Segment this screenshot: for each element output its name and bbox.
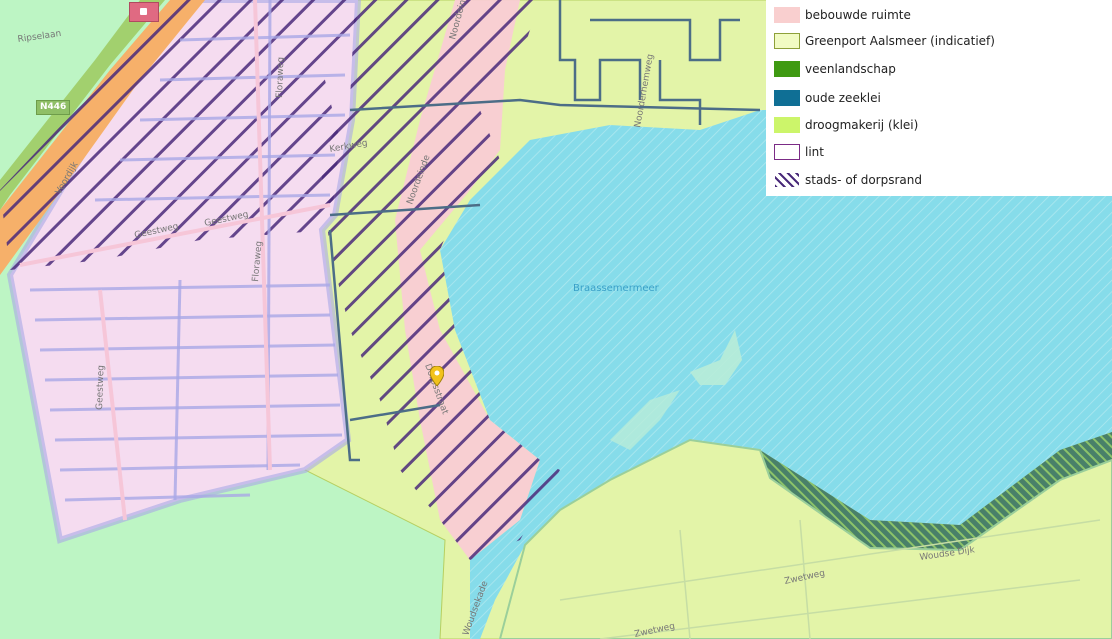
legend-item-droogmakerij: droogmakerij (klei) xyxy=(774,116,918,134)
parking-icon[interactable] xyxy=(129,2,159,22)
legend-swatch-veenlandschap xyxy=(774,61,800,77)
legend-swatch-bebouwde-ruimte xyxy=(774,7,800,23)
legend-label: droogmakerij (klei) xyxy=(805,118,919,132)
legend-swatch-droogmakerij xyxy=(774,117,800,133)
location-pin-icon[interactable] xyxy=(430,366,444,386)
legend-label: stads- of dorpsrand xyxy=(805,173,922,187)
street-label-floraweg-1: Floraweg xyxy=(275,57,286,98)
legend-swatch-oude-zeeklei xyxy=(774,90,800,106)
legend-item-greenport: Greenport Aalsmeer (indicatief) xyxy=(774,32,995,50)
legend-label: oude zeeklei xyxy=(805,91,881,105)
legend-item-lint: lint xyxy=(774,143,824,161)
legend-label: Greenport Aalsmeer (indicatief) xyxy=(805,34,995,48)
legend-item-stads-of-dorpsrand: stads- of dorpsrand xyxy=(774,171,922,189)
water-label-braassemermeer: Braassemermeer xyxy=(573,283,660,294)
legend-label: lint xyxy=(805,145,824,159)
legend-item-veenlandschap: veenlandschap xyxy=(774,60,896,78)
legend-swatch-stads-of-dorpsrand xyxy=(774,172,800,188)
map-legend: bebouwde ruimte Greenport Aalsmeer (indi… xyxy=(766,0,1112,196)
legend-item-oude-zeeklei: oude zeeklei xyxy=(774,89,881,107)
legend-label: veenlandschap xyxy=(805,62,896,76)
legend-item-bebouwde-ruimte: bebouwde ruimte xyxy=(774,6,911,24)
street-label-geestweg-3: Geestweg xyxy=(95,365,107,410)
legend-label: bebouwde ruimte xyxy=(805,8,911,22)
road-number-badge: N446 xyxy=(36,100,71,115)
legend-swatch-greenport xyxy=(774,33,800,49)
legend-swatch-lint xyxy=(774,144,800,160)
